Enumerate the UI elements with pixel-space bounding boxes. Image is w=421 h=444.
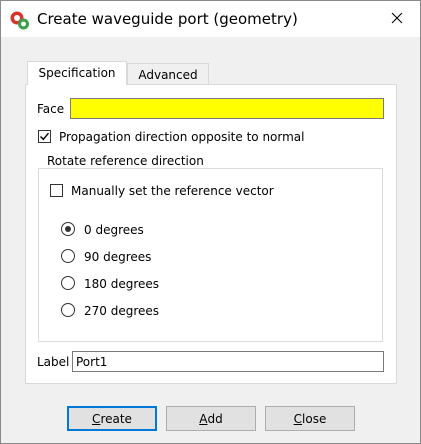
rotate-reference-title: Rotate reference direction — [43, 154, 208, 168]
window-title: Create waveguide port (geometry) — [37, 10, 298, 28]
close-icon — [391, 12, 403, 27]
label-field-label: Label — [37, 355, 70, 369]
dialog-window: Create waveguide port (geometry) Specifi… — [0, 0, 421, 444]
close-mnemonic: C — [293, 411, 303, 426]
checkmark-icon — [40, 132, 50, 141]
propagation-checkbox[interactable] — [38, 130, 51, 143]
tab-specification[interactable]: Specification — [27, 61, 127, 85]
create-button[interactable]: Create — [67, 406, 157, 431]
app-logo-icon — [9, 9, 31, 31]
radio-90-degrees[interactable] — [61, 249, 75, 263]
radio-180-degrees-label: 180 degrees — [84, 277, 160, 291]
window-close-button[interactable] — [374, 1, 420, 37]
manual-vector-label: Manually set the reference vector — [71, 184, 274, 198]
create-label-rest: reate — [100, 411, 132, 426]
radio-0-degrees[interactable] — [61, 222, 75, 236]
propagation-label: Propagation direction opposite to normal — [59, 130, 305, 144]
radio-180-degrees[interactable] — [61, 276, 75, 290]
radio-90-degrees-label: 90 degrees — [84, 250, 152, 264]
create-mnemonic: C — [92, 411, 101, 426]
manual-vector-checkbox[interactable] — [50, 184, 63, 197]
title-bar: Create waveguide port (geometry) — [1, 1, 420, 37]
add-button[interactable]: Add — [166, 406, 256, 431]
radio-0-degrees-label: 0 degrees — [84, 223, 144, 237]
close-button[interactable]: Close — [265, 406, 355, 431]
add-mnemonic: A — [199, 411, 208, 426]
label-input[interactable] — [72, 351, 384, 372]
tab-specification-label: Specification — [38, 66, 116, 80]
face-field[interactable] — [70, 98, 384, 119]
tab-advanced[interactable]: Advanced — [127, 63, 209, 85]
radio-270-degrees-label: 270 degrees — [84, 304, 160, 318]
add-label-rest: dd — [207, 411, 223, 426]
face-label: Face — [37, 102, 65, 116]
radio-270-degrees[interactable] — [61, 303, 75, 317]
close-label-rest: lose — [302, 411, 327, 426]
tab-advanced-label: Advanced — [138, 68, 198, 82]
radio-selected-dot — [65, 226, 71, 232]
